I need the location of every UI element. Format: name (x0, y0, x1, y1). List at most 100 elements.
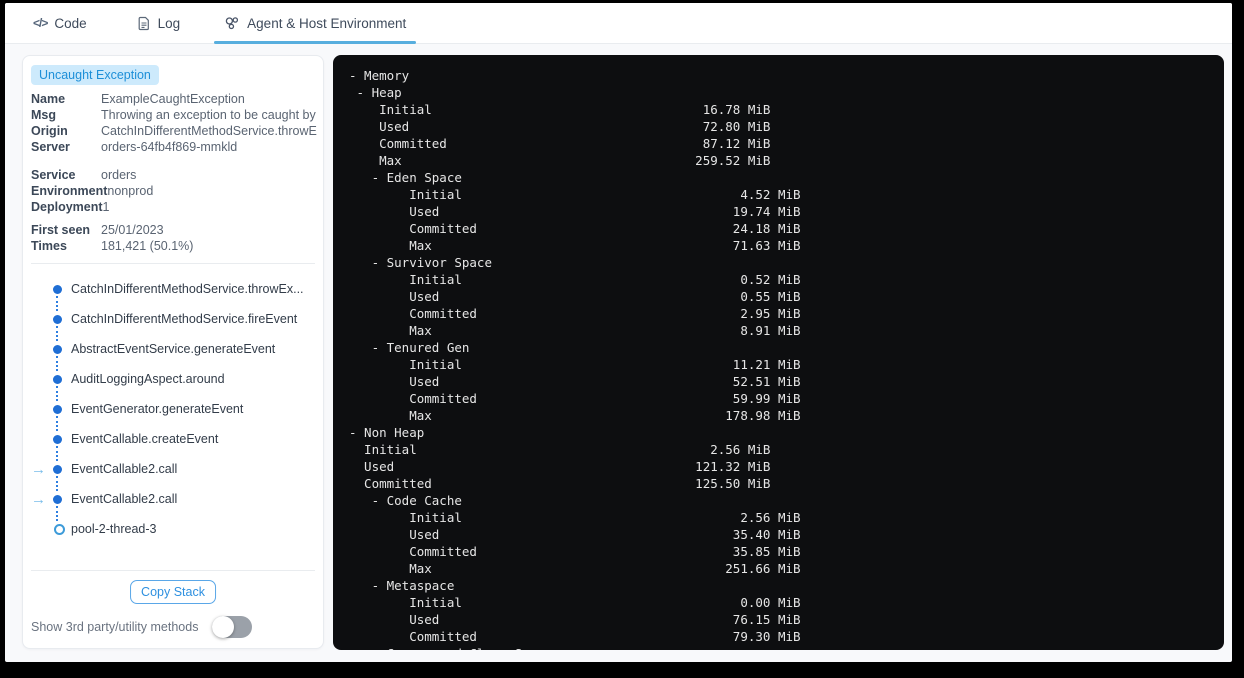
field-value: orders-64fb4f869-mmkld (101, 140, 238, 154)
memory-report-line: Max 251.66 MiB (349, 561, 801, 576)
memory-report-line: Used 35.40 MiB (349, 527, 801, 542)
field-label: First seen (31, 223, 91, 237)
memory-report-line: Max 259.52 MiB (349, 153, 771, 168)
stack-frame-item[interactable]: EventCallable.createEvent (23, 424, 323, 454)
field-row: Server orders-64fb4f869-mmkld (31, 139, 317, 155)
stack-frame-label: AuditLoggingAspect.around (71, 372, 225, 386)
frame-dot-icon (53, 374, 62, 384)
app-window: </> Code Log Agent & Host Environment Un… (5, 3, 1232, 662)
memory-report-line: Committed 2.95 MiB (349, 306, 801, 321)
stack-frame-label: EventCallable.createEvent (71, 432, 219, 446)
memory-report-line: Initial 4.52 MiB (349, 187, 801, 202)
frame-dot-icon (53, 284, 62, 294)
show-third-party-toggle[interactable] (212, 616, 253, 638)
agent-icon (224, 15, 240, 31)
memory-report-line: Committed 79.30 MiB (349, 629, 801, 644)
copy-stack-button[interactable]: Copy Stack (130, 580, 216, 604)
memory-report-line: Initial 0.00 MiB (349, 595, 801, 610)
field-value: 25/01/2023 (101, 223, 164, 237)
field-label: Server (31, 140, 70, 154)
tab-log[interactable]: Log (123, 3, 195, 43)
stack-frame-label: CatchInDifferentMethodService.fireEvent (71, 312, 298, 326)
memory-report-line: Used 121.32 MiB (349, 459, 771, 474)
field-label: Times (31, 239, 67, 253)
memory-report-line: Committed 35.85 MiB (349, 544, 801, 559)
field-value: orders (101, 168, 137, 182)
field-row: Origin CatchInDifferentMethodService.thro… (31, 123, 317, 139)
divider (31, 570, 315, 571)
memory-report-line: - Eden Space (349, 170, 462, 185)
memory-report-line: - Survivor Space (349, 255, 492, 270)
memory-report-line: Committed 24.18 MiB (349, 221, 801, 236)
memory-report-line: Committed 87.12 MiB (349, 136, 771, 151)
field-label: Msg (31, 108, 56, 122)
stack-frame-item[interactable]: AuditLoggingAspect.around (23, 364, 323, 394)
third-party-toggle-row: Show 3rd party/utility methods (31, 616, 315, 638)
field-row: Deployment 1 (31, 199, 317, 215)
code-icon: </> (33, 16, 48, 30)
memory-report-line: Initial 0.52 MiB (349, 272, 801, 287)
current-frame-arrow-icon: → (31, 460, 46, 478)
memory-report-line: Initial 2.56 MiB (349, 510, 801, 525)
stack-frame-item[interactable]: EventGenerator.generateEvent (23, 394, 323, 424)
stack-frame-item[interactable]: pool-2-thread-3 (23, 514, 323, 544)
stack-frame-label: EventGenerator.generateEvent (71, 402, 244, 416)
field-row: Service orders (31, 167, 317, 183)
toggle-label: Show 3rd party/utility methods (31, 620, 199, 634)
memory-report-line: Initial 16.78 MiB (349, 102, 771, 117)
exception-fields: Name ExampleCaughtException Msg Throwing an… (31, 91, 317, 155)
stack-frame-label: EventCallable2.call (71, 492, 178, 506)
field-label: Origin (31, 124, 68, 138)
memory-report-line: Used 0.55 MiB (349, 289, 801, 304)
stack-frame-label: pool-2-thread-3 (71, 522, 157, 536)
frame-dot-icon (53, 494, 62, 504)
memory-report-line: - Compressed Class Space (349, 645, 1220, 650)
field-value: CatchInDifferentMethodService.throwExcep (101, 124, 317, 138)
memory-report-line: Used 72.80 MiB (349, 119, 771, 134)
memory-report-line: - Memory (349, 68, 410, 83)
field-row: Times 181,421 (50.1%) (31, 238, 317, 254)
memory-report-line: Initial 2.56 MiB (349, 442, 771, 457)
memory-report-line: Initial 11.21 MiB (349, 357, 801, 372)
memory-report-line: Used 19.74 MiB (349, 204, 801, 219)
memory-report-line: - Code Cache (349, 493, 462, 508)
memory-report-line: - Heap (349, 85, 402, 100)
memory-report-line: Committed 125.50 MiB (349, 476, 771, 491)
exception-detail-panel: Uncaught Exception Name ExampleCaughtExce… (22, 55, 324, 649)
field-value: nonprod (107, 184, 154, 198)
field-label: Name (31, 92, 66, 106)
stack-frame-label: EventCallable2.call (71, 462, 178, 476)
memory-report-line: Committed 59.99 MiB (349, 391, 801, 406)
memory-report-line: Used 52.51 MiB (349, 374, 801, 389)
stack-frame-item[interactable]: CatchInDifferentMethodService.fireEvent (23, 304, 323, 334)
frame-dot-icon (53, 344, 62, 354)
agent-environment-terminal[interactable]: - Memory - Heap Initial 16.78 MiB Used 7… (333, 55, 1224, 650)
memory-report-line: Max 71.63 MiB (349, 238, 801, 253)
tab-code[interactable]: </> Code (19, 3, 101, 43)
field-row: Msg Throwing an exception to be caught by… (31, 107, 317, 123)
stack-frame-item[interactable]: CatchInDifferentMethodService.throwEx... (23, 274, 323, 304)
field-row: Name ExampleCaughtException (31, 91, 317, 107)
frame-dot-icon (53, 404, 62, 414)
tab-label: Log (157, 15, 181, 31)
field-row: Environment nonprod (31, 183, 317, 199)
current-frame-arrow-icon: → (31, 490, 46, 508)
stack-frame-label: CatchInDifferentMethodService.throwEx... (71, 282, 304, 296)
field-value: ExampleCaughtException (101, 92, 245, 106)
memory-report-line: - Metaspace (349, 578, 455, 593)
memory-report-line: Max 178.98 MiB (349, 408, 801, 423)
memory-report-line: Used 76.15 MiB (349, 612, 801, 627)
field-label: Environment (31, 184, 108, 198)
toggle-knob (212, 616, 235, 638)
frame-dot-icon (53, 434, 62, 444)
tab-agent-host-environment[interactable]: Agent & Host Environment (210, 3, 420, 44)
stack-frame-item[interactable]: AbstractEventService.generateEvent (23, 334, 323, 364)
context-fields: Service orders Environment nonprod Deploymen… (31, 167, 317, 215)
stack-frame-item[interactable]: → EventCallable2.call (23, 484, 323, 514)
tab-label: Agent & Host Environment (247, 15, 407, 31)
thread-circle-icon (54, 523, 65, 535)
frame-dot-icon (53, 314, 62, 324)
divider (31, 263, 315, 264)
exception-type-badge: Uncaught Exception (31, 65, 159, 85)
stack-frame-item[interactable]: → EventCallable2.call (23, 454, 323, 484)
